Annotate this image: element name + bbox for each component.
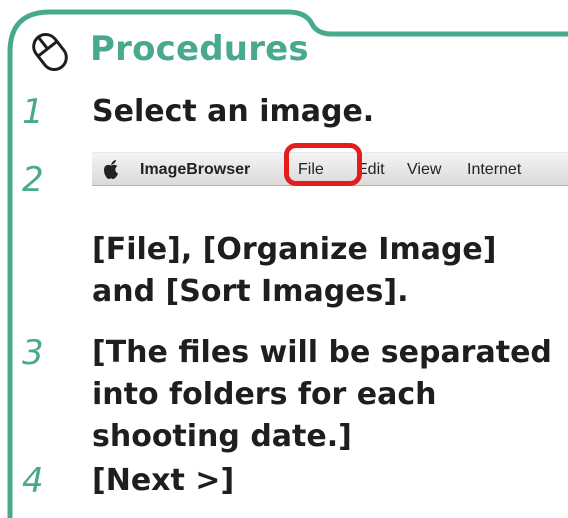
step-text: [The files will be separated into folder… <box>92 335 552 454</box>
step-text: [File], [Organize Image] and [Sort Image… <box>92 232 497 309</box>
menu-internet[interactable]: Internet <box>467 160 521 180</box>
apple-logo-icon <box>104 160 118 179</box>
step-number: 4 <box>22 461 44 501</box>
step-number: 1 <box>22 92 44 132</box>
menu-view[interactable]: View <box>407 160 441 180</box>
step-text: [Next >] <box>92 463 235 498</box>
file-menu-highlight <box>284 143 362 186</box>
procedures-title: Procedures <box>90 29 309 69</box>
step-number: 2 <box>22 160 44 200</box>
step-number: 3 <box>22 333 44 373</box>
step-text: Select an image. <box>92 94 375 129</box>
mouse-icon <box>32 32 68 72</box>
menu-app-name[interactable]: ImageBrowser <box>140 160 250 180</box>
